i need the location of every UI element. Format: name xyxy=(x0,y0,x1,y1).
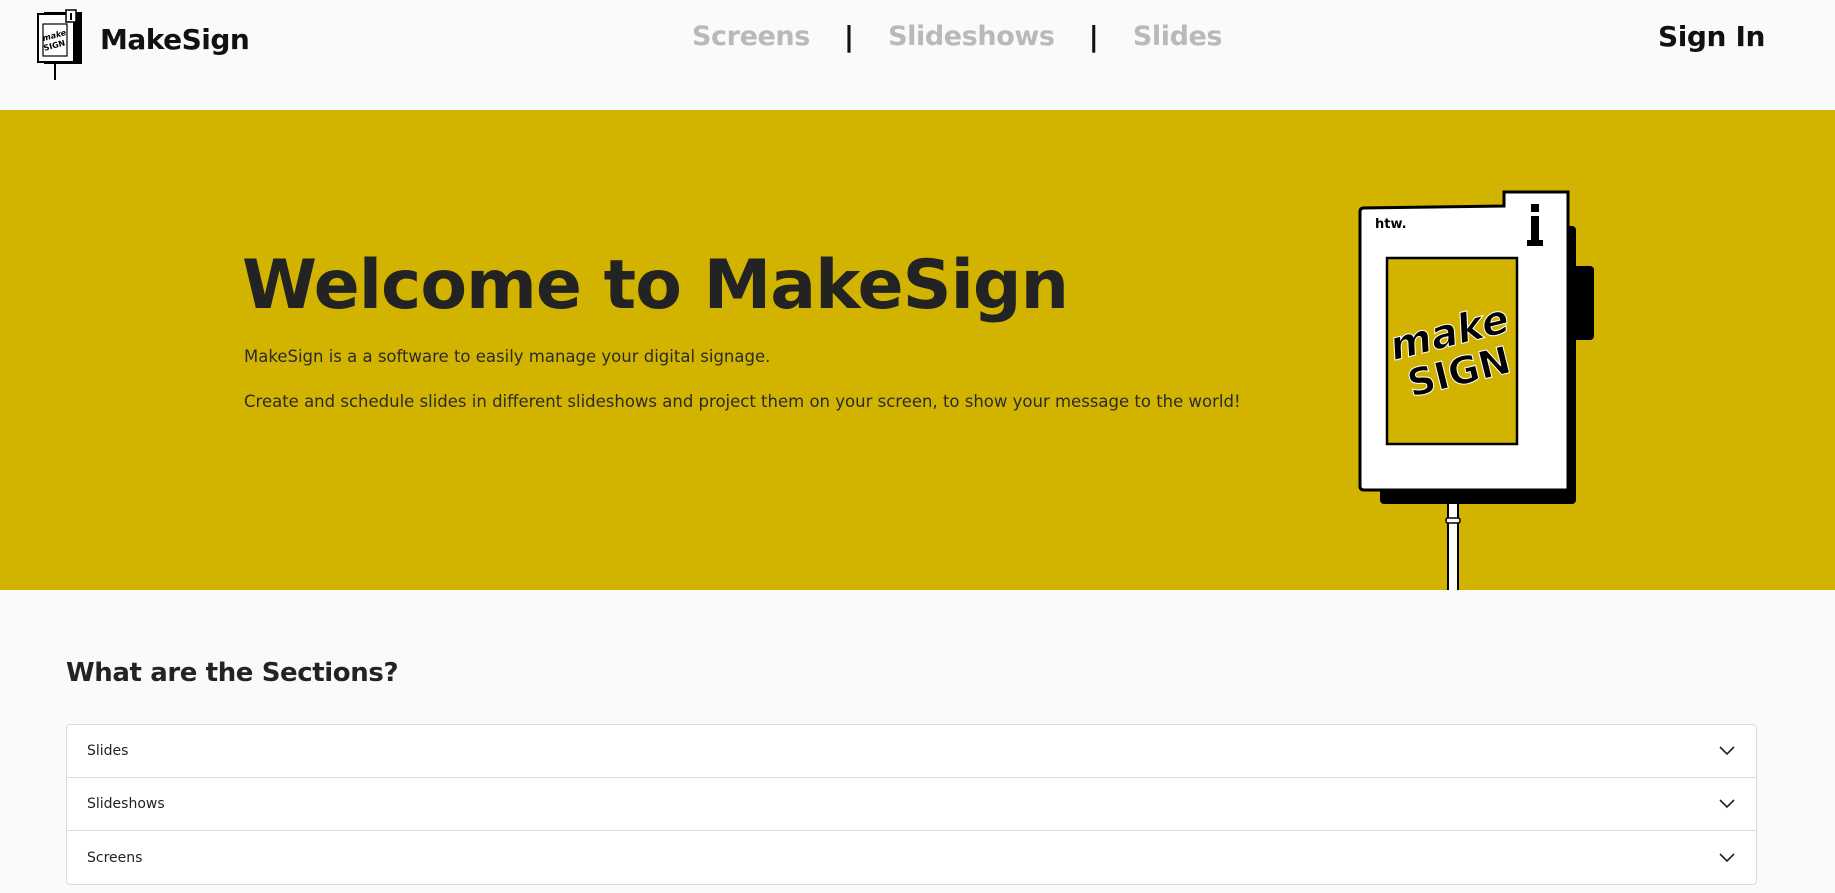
chevron-down-icon[interactable] xyxy=(1718,795,1736,813)
nav-link-slides[interactable]: Slides xyxy=(1133,21,1223,52)
sign-in-link[interactable]: Sign In xyxy=(1658,20,1765,53)
hero-title: Welcome to MakeSign xyxy=(242,246,1069,325)
nav-separator: | xyxy=(1088,19,1099,53)
brand-home-link[interactable]: make SIGN MakeSign xyxy=(36,8,250,80)
htw-logo-text: htw. xyxy=(1375,217,1407,232)
brand-name: MakeSign xyxy=(100,22,250,56)
sections-heading: What are the Sections? xyxy=(66,658,399,688)
chevron-down-icon[interactable] xyxy=(1718,742,1736,760)
hero-banner: Welcome to MakeSign MakeSign is a a soft… xyxy=(0,110,1835,590)
nav-separator: | xyxy=(843,19,855,53)
accordion-item-slideshows[interactable]: Slideshows xyxy=(67,778,1756,831)
sections-accordion: Slides Slideshows Screens xyxy=(66,724,1757,885)
accordion-item-label: Slideshows xyxy=(87,796,165,812)
main-nav: Screens | Slideshows | Slides xyxy=(692,16,1222,56)
accordion-item-screens[interactable]: Screens xyxy=(67,831,1756,884)
accordion-item-label: Screens xyxy=(87,849,143,866)
nav-link-slideshows[interactable]: Slideshows xyxy=(888,21,1055,52)
accordion-item-label: Slides xyxy=(87,743,129,759)
hero-description-secondary: Create and schedule slides in different … xyxy=(244,392,1241,411)
nav-link-screens[interactable]: Screens xyxy=(692,21,810,52)
site-header: make SIGN MakeSign Screens | Slideshows … xyxy=(0,0,1835,110)
accordion-item-slides[interactable]: Slides xyxy=(67,725,1756,778)
chevron-down-icon[interactable] xyxy=(1718,849,1736,867)
makesign-sign-illustration: htw. make SIGN xyxy=(1358,190,1594,590)
makesign-logo-icon: make SIGN xyxy=(37,9,82,80)
hero-description: MakeSign is a a software to easily manag… xyxy=(244,347,771,366)
